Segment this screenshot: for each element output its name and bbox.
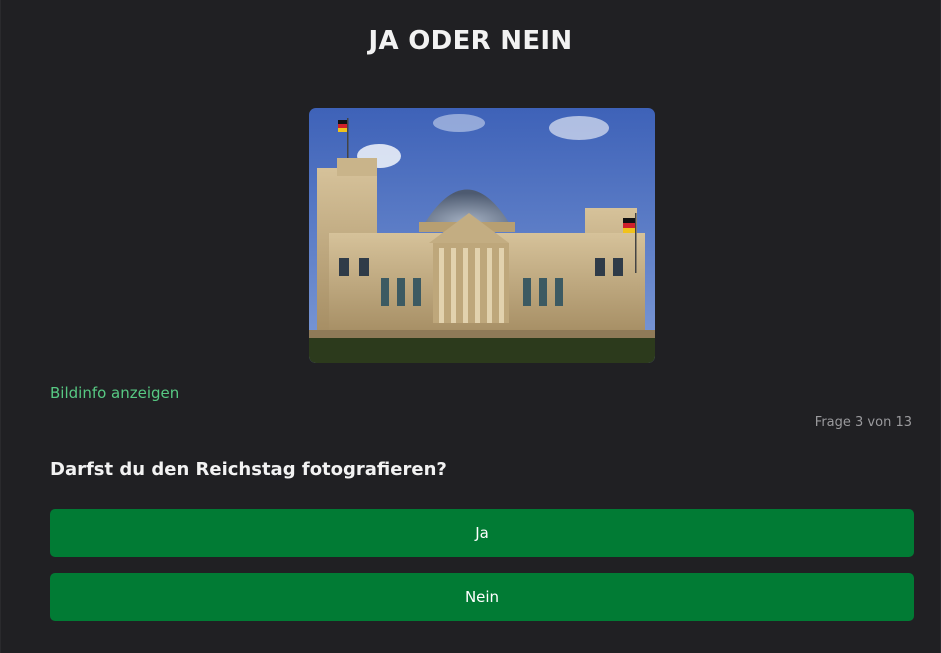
question-text: Darfst du den Reichstag fotografieren? [50, 459, 447, 480]
reichstag-photo [309, 108, 655, 363]
question-progress: Frage 3 von 13 [814, 415, 912, 430]
image-info-link[interactable]: Bildinfo anzeigen [50, 384, 179, 402]
quiz-page: JA ODER NEIN Bildinfo anzeigen Frage 3 v… [0, 0, 941, 653]
page-title: JA ODER NEIN [368, 26, 573, 56]
answer-yes-button[interactable]: Ja [50, 509, 914, 557]
answer-no-button[interactable]: Nein [50, 573, 914, 621]
